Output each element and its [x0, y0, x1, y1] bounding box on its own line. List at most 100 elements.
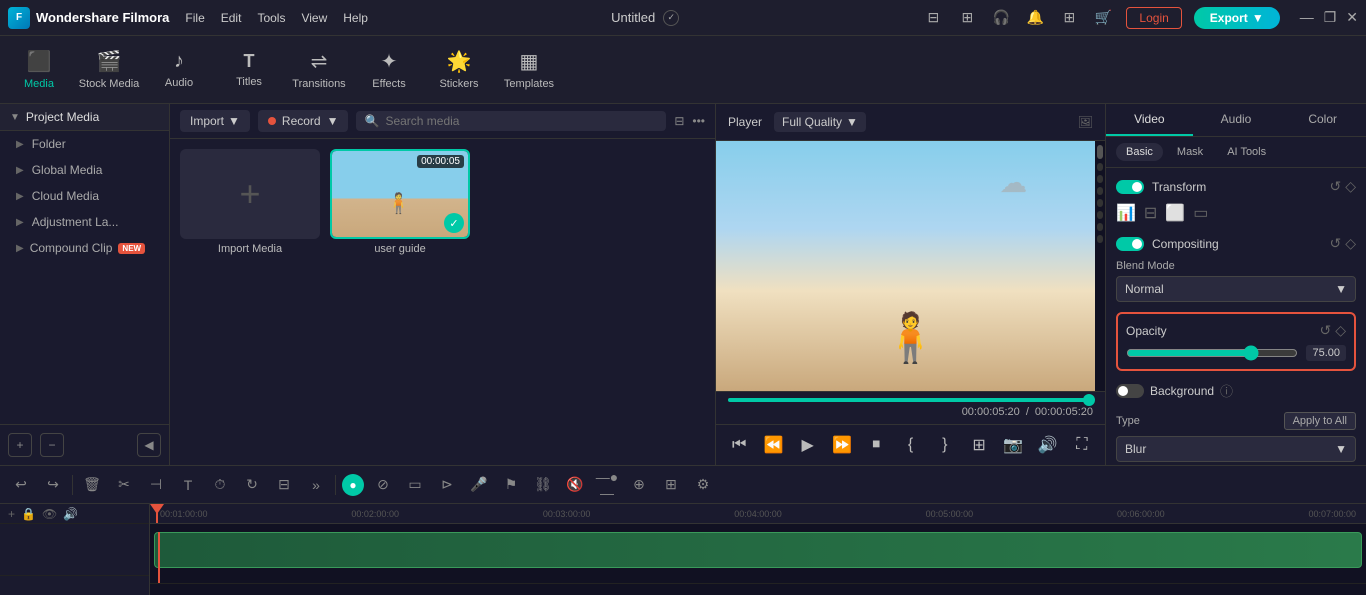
remove-item-button[interactable]: − — [40, 433, 64, 457]
timeline-vol-slider-button[interactable]: —●— — [594, 472, 620, 498]
timeline-clip-button[interactable]: ▭ — [402, 472, 428, 498]
search-input[interactable] — [385, 114, 658, 128]
tool-templates[interactable]: ▦ Templates — [494, 38, 564, 102]
mark-in-button[interactable]: { — [899, 431, 921, 459]
preview-settings-icon[interactable]: 🖼 — [1078, 115, 1093, 129]
timeline-vol-button[interactable]: 🔇 — [562, 472, 588, 498]
panel-item-global-media[interactable]: ▶ Global Media — [0, 157, 169, 183]
subtab-mask[interactable]: Mask — [1167, 143, 1213, 161]
subtab-basic[interactable]: Basic — [1116, 143, 1163, 161]
apps-icon[interactable]: ⊞ — [1058, 7, 1080, 29]
timeline-mic-button[interactable]: 🎤 — [466, 472, 492, 498]
video-clip[interactable] — [154, 532, 1362, 568]
add-track-button[interactable]: + — [8, 507, 15, 521]
compositing-toggle[interactable] — [1116, 237, 1144, 251]
collapse-panel-button[interactable]: ◀ — [137, 433, 161, 457]
cart-icon[interactable]: 🛒 — [1092, 7, 1114, 29]
blend-mode-select[interactable]: Normal ▼ — [1116, 276, 1356, 302]
timeline-split-button[interactable]: ⊣ — [143, 472, 169, 498]
tool-stickers[interactable]: 🌟 Stickers — [424, 38, 494, 102]
tab-video[interactable]: Video — [1106, 104, 1193, 136]
transform-toggle[interactable] — [1116, 180, 1144, 194]
tool-effects[interactable]: ✦ Effects — [354, 38, 424, 102]
timeline-settings-button[interactable]: ⚙ — [690, 472, 716, 498]
tool-media[interactable]: ⬛ Media — [4, 38, 74, 102]
screenshot-button[interactable]: 📷 — [1002, 431, 1024, 459]
timeline-text-button[interactable]: T — [175, 472, 201, 498]
login-button[interactable]: Login — [1126, 7, 1181, 29]
transform-frame-icon[interactable]: ⬜ — [1165, 203, 1185, 223]
rewind-button[interactable]: ⏮ — [728, 431, 750, 459]
timeline-redo-button[interactable]: ↪ — [40, 472, 66, 498]
clip-controls-button[interactable]: ⊞ — [968, 431, 990, 459]
track-audio-button[interactable]: 🔊 — [63, 507, 78, 521]
transform-align-icon[interactable]: ⊟ — [1144, 203, 1157, 223]
import-media-card[interactable]: + Import Media — [180, 149, 320, 455]
background-info-icon[interactable]: ⓘ — [1220, 381, 1233, 400]
quality-select[interactable]: Full Quality ▼ — [774, 112, 866, 132]
menu-file[interactable]: File — [185, 11, 204, 25]
transform-diamond-icon[interactable]: ◇ — [1345, 178, 1356, 195]
opacity-reset-icon[interactable]: ↺ — [1319, 322, 1331, 339]
import-thumb[interactable]: + — [180, 149, 320, 239]
user-guide-card[interactable]: 🧍 00:00:05 ✓ user guide — [330, 149, 470, 455]
track-lock-button[interactable]: 🔒 — [21, 507, 36, 521]
timeline-flag-button[interactable]: ⚑ — [498, 472, 524, 498]
tool-stock[interactable]: 🎬 Stock Media — [74, 38, 144, 102]
background-toggle[interactable] — [1116, 384, 1144, 398]
timeline-clock-button[interactable]: ⏱ — [207, 472, 233, 498]
stop-button[interactable]: ⏹ — [865, 431, 887, 459]
panel-item-folder[interactable]: ▶ Folder — [0, 131, 169, 157]
timeline-marker-button[interactable]: ⊳ — [434, 472, 460, 498]
fullscreen-button[interactable]: ⛶ — [1071, 431, 1093, 459]
timeline-plus-button[interactable]: ⊕ — [626, 472, 652, 498]
add-folder-button[interactable]: + — [8, 433, 32, 457]
track-eye-button[interactable]: 👁 — [42, 507, 57, 521]
transform-reset-icon[interactable]: ↺ — [1329, 178, 1341, 195]
bell-icon[interactable]: 🔔 — [1024, 7, 1046, 29]
timeline-grid-button[interactable]: ⊞ — [658, 472, 684, 498]
monitor-icon[interactable]: ⊟ — [922, 7, 944, 29]
timeline-ripple-button[interactable]: ⊘ — [370, 472, 396, 498]
tool-audio[interactable]: ♪ Audio — [144, 38, 214, 102]
panel-item-compound-clip[interactable]: ▶ Compound Clip NEW — [0, 235, 169, 261]
apply-to-all-button[interactable]: Apply to All — [1284, 412, 1356, 430]
import-button[interactable]: Import ▼ — [180, 110, 250, 132]
grid-icon[interactable]: ⊞ — [956, 7, 978, 29]
timeline-undo-button[interactable]: ↩ — [8, 472, 34, 498]
export-button[interactable]: Export ▼ — [1194, 7, 1280, 29]
opacity-diamond-icon[interactable]: ◇ — [1335, 322, 1346, 339]
progress-bar[interactable] — [728, 398, 1093, 402]
transform-crop-icon[interactable]: ▭ — [1193, 203, 1208, 223]
play-button[interactable]: ▶ — [797, 431, 819, 459]
compositing-diamond-icon[interactable]: ◇ — [1345, 235, 1356, 252]
record-button[interactable]: Record ▼ — [258, 110, 349, 132]
transform-chart-icon[interactable]: 📊 — [1116, 203, 1136, 223]
step-forward-button[interactable]: ⏩ — [831, 431, 853, 459]
project-media-header[interactable]: ▼ Project Media — [0, 104, 169, 131]
progress-thumb[interactable] — [1083, 394, 1095, 406]
more-options-icon[interactable]: ••• — [692, 114, 705, 128]
subtab-ai-tools[interactable]: AI Tools — [1217, 143, 1276, 161]
user-guide-thumb[interactable]: 🧍 00:00:05 ✓ — [330, 149, 470, 239]
tool-transitions[interactable]: ⇌ Transitions — [284, 38, 354, 102]
menu-edit[interactable]: Edit — [221, 11, 242, 25]
timeline-link-button[interactable]: ⛓ — [530, 472, 556, 498]
volume-button[interactable]: 🔊 — [1036, 431, 1058, 459]
compositing-reset-icon[interactable]: ↺ — [1329, 235, 1341, 252]
step-back-button[interactable]: ⏪ — [762, 431, 784, 459]
menu-view[interactable]: View — [301, 11, 327, 25]
timeline-rotate-button[interactable]: ↻ — [239, 472, 265, 498]
tab-audio[interactable]: Audio — [1193, 104, 1280, 136]
tool-titles[interactable]: T Titles — [214, 38, 284, 102]
menu-help[interactable]: Help — [343, 11, 368, 25]
timeline-crop-button[interactable]: ⊟ — [271, 472, 297, 498]
panel-item-adjustment[interactable]: ▶ Adjustment La... — [0, 209, 169, 235]
close-button[interactable]: ✕ — [1346, 9, 1358, 26]
maximize-button[interactable]: ❐ — [1324, 9, 1337, 26]
opacity-slider[interactable] — [1126, 345, 1298, 361]
blur-type-select[interactable]: Blur ▼ — [1116, 436, 1356, 462]
menu-tools[interactable]: Tools — [257, 11, 285, 25]
panel-item-cloud-media[interactable]: ▶ Cloud Media — [0, 183, 169, 209]
timeline-more-button[interactable]: » — [303, 472, 329, 498]
